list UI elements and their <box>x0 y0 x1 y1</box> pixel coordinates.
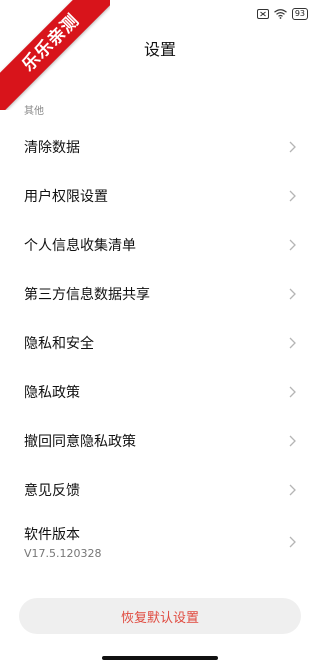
home-indicator[interactable] <box>102 656 218 660</box>
user-permission-item[interactable]: 用户权限设置 <box>0 171 320 220</box>
status-bar: 93 <box>256 8 308 20</box>
personal-info-list-item[interactable]: 个人信息收集清单 <box>0 220 320 269</box>
item-label: 第三方信息数据共享 <box>24 286 150 303</box>
wifi-icon <box>273 9 287 19</box>
feedback-item[interactable]: 意见反馈 <box>0 465 320 514</box>
third-party-sharing-item[interactable]: 第三方信息数据共享 <box>0 269 320 318</box>
privacy-security-item[interactable]: 隐私和安全 <box>0 318 320 367</box>
restore-defaults-button[interactable]: 恢复默认设置 <box>19 598 301 634</box>
item-label: 个人信息收集清单 <box>24 237 136 254</box>
chevron-right-icon <box>289 386 296 397</box>
page-title: 设置 <box>143 40 176 59</box>
item-label: 隐私和安全 <box>24 335 94 352</box>
item-label: 软件版本 <box>24 527 80 543</box>
no-sim-icon <box>256 9 269 19</box>
chevron-right-icon <box>289 141 296 152</box>
chevron-right-icon <box>289 337 296 348</box>
item-label: 清除数据 <box>24 139 80 156</box>
version-value: V17.5.120328 <box>24 547 102 560</box>
clear-data-item[interactable]: 清除数据 <box>0 122 320 171</box>
section-title: 其他 <box>24 106 44 117</box>
chevron-right-icon <box>289 288 296 299</box>
privacy-policy-item[interactable]: 隐私政策 <box>0 367 320 416</box>
chevron-right-icon <box>289 239 296 250</box>
software-version-item[interactable]: 软件版本 V17.5.120328 <box>0 514 320 570</box>
revoke-consent-item[interactable]: 撤回同意隐私政策 <box>0 416 320 465</box>
item-label: 用户权限设置 <box>24 188 108 205</box>
item-label: 隐私政策 <box>24 384 80 401</box>
battery-icon: 93 <box>291 8 308 20</box>
item-label: 意见反馈 <box>24 482 80 499</box>
chevron-right-icon <box>289 190 296 201</box>
settings-list: 清除数据 用户权限设置 个人信息收集清单 第三方信息数据共享 隐私和安全 隐私政… <box>0 122 320 570</box>
item-label: 撤回同意隐私政策 <box>24 433 136 450</box>
chevron-right-icon <box>289 484 296 495</box>
chevron-right-icon <box>289 435 296 446</box>
chevron-right-icon <box>289 536 296 548</box>
